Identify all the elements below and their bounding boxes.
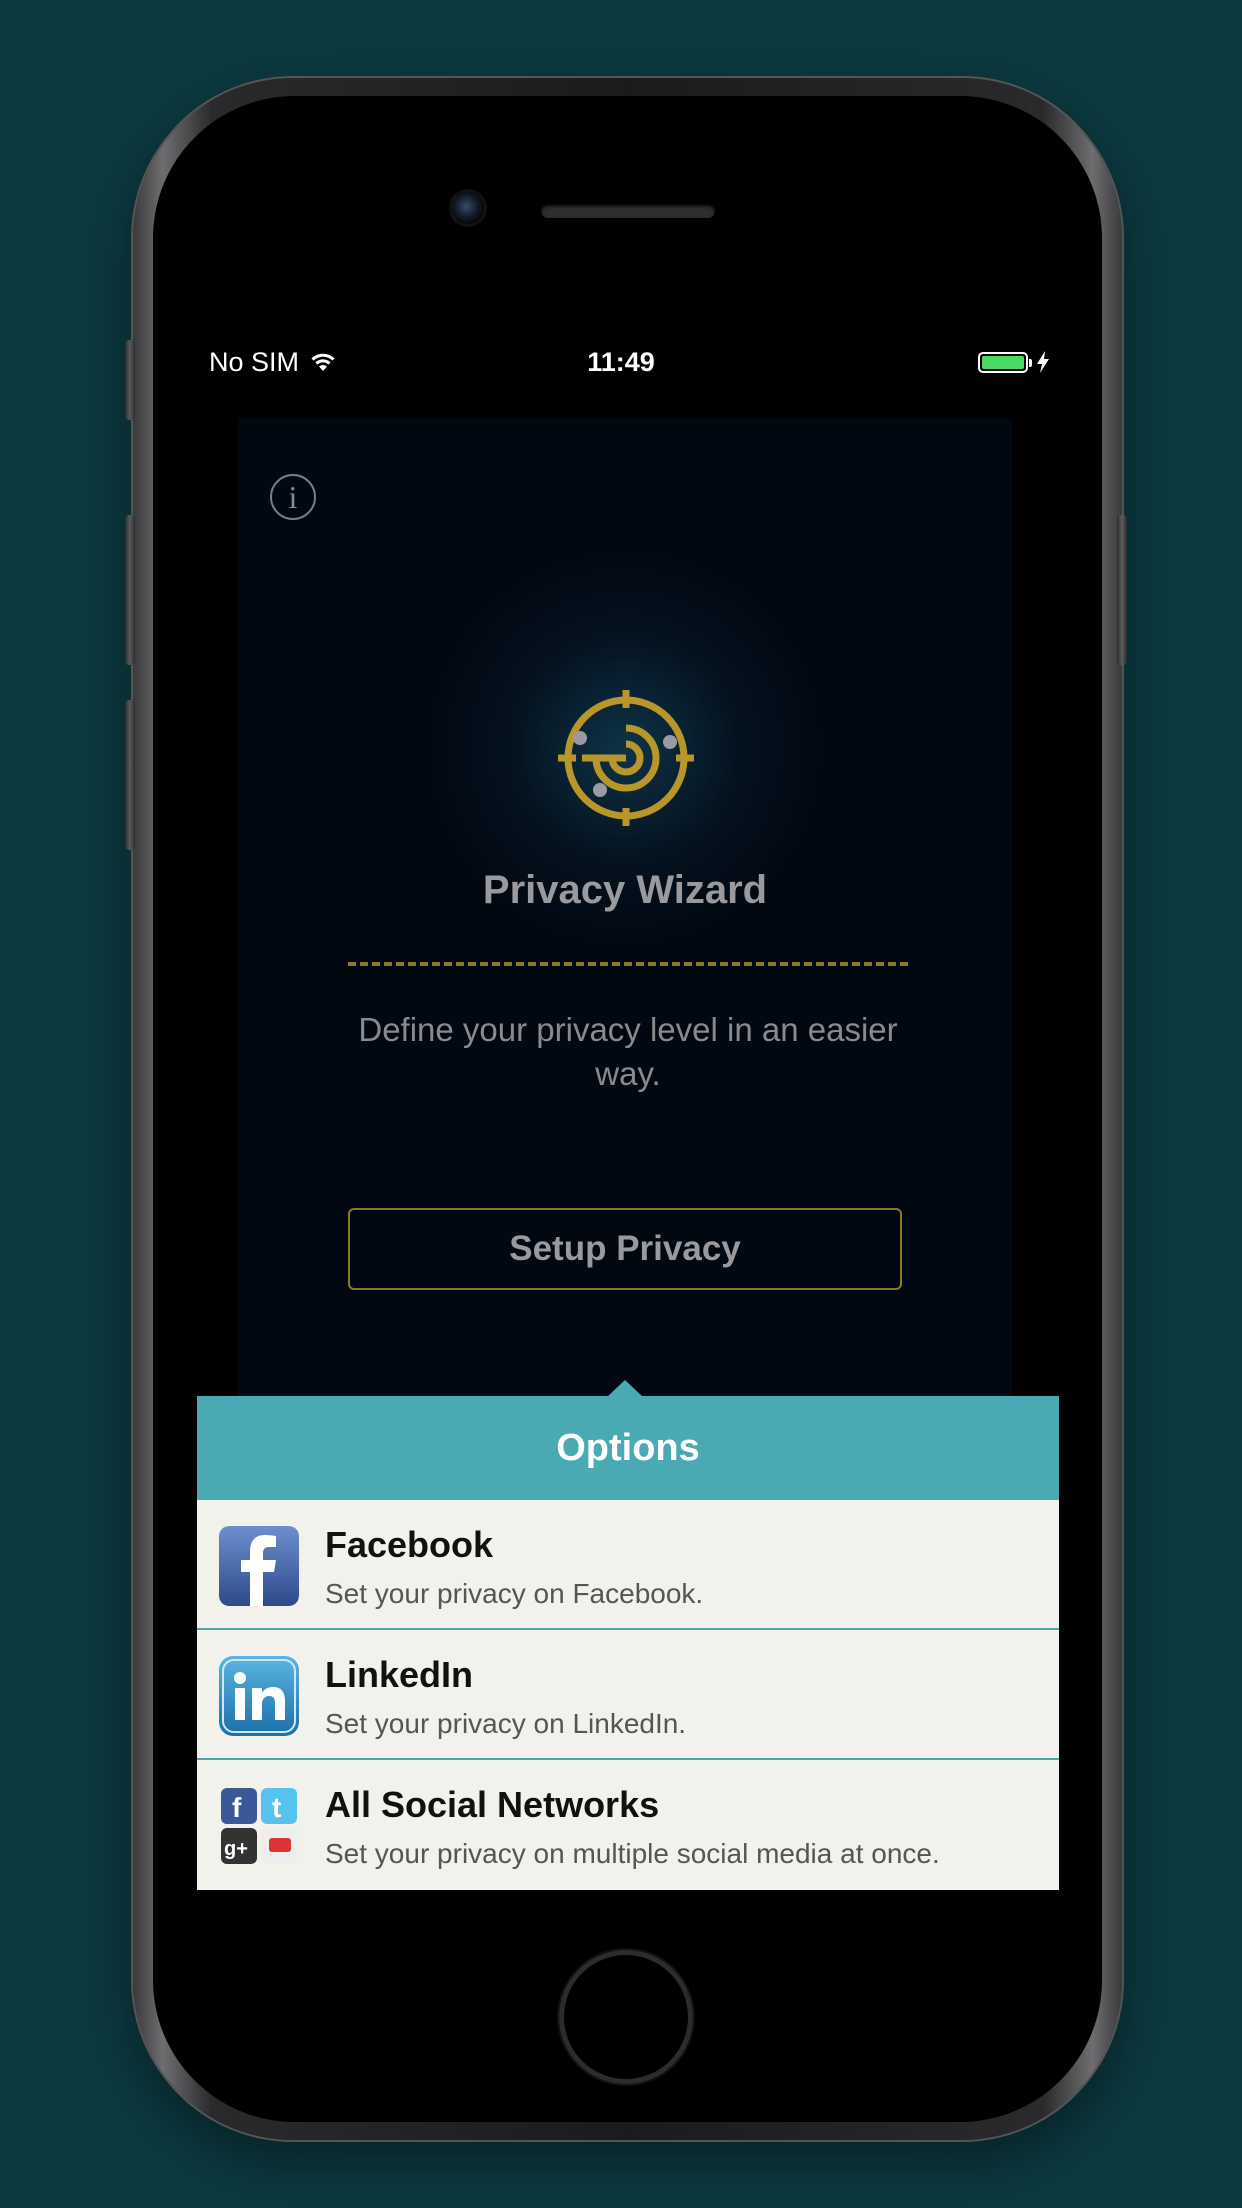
option-description: Set your privacy on Facebook. — [325, 1578, 704, 1609]
option-all-social-networks[interactable]: f t g+ All Social Networks Set your priv… — [197, 1760, 1059, 1890]
app-main-view: i Privacy Wizard Define your privacy lev… — [238, 418, 1012, 1428]
battery-level — [982, 355, 1024, 369]
volume-down-button — [125, 700, 135, 850]
battery-icon — [978, 351, 1032, 373]
title-divider — [348, 962, 908, 966]
options-popover: Options Facebook Set your privacy on Fac… — [197, 1380, 1059, 1890]
svg-text:t: t — [272, 1792, 281, 1823]
volume-up-button — [125, 515, 135, 665]
ringer-switch — [125, 340, 135, 420]
screen: No SIM 11:49 i Privacy Wizard Define you… — [182, 340, 1060, 1891]
setup-privacy-button[interactable]: Setup Privacy — [348, 1208, 902, 1290]
social-networks-icon: f t g+ — [221, 1788, 297, 1864]
app-subtitle: Define your privacy level in an easier w… — [358, 1011, 898, 1092]
svg-text:f: f — [232, 1792, 242, 1823]
target-logo-icon — [558, 690, 694, 826]
option-description: Set your privacy on multiple social medi… — [325, 1838, 940, 1869]
front-camera — [452, 192, 484, 224]
linkedin-icon — [219, 1656, 299, 1736]
option-title: All Social Networks — [325, 1784, 660, 1825]
popover-arrow — [607, 1380, 643, 1397]
popover-title: Options — [197, 1396, 1059, 1500]
status-right — [978, 340, 1050, 384]
charging-bolt-icon — [1037, 351, 1049, 373]
info-icon[interactable]: i — [270, 474, 316, 520]
power-button — [1117, 515, 1127, 665]
status-bar: No SIM 11:49 — [182, 340, 1060, 384]
app-title: Privacy Wizard — [482, 868, 768, 912]
option-title: Facebook — [325, 1524, 494, 1565]
option-description: Set your privacy on LinkedIn. — [325, 1708, 687, 1739]
option-title: LinkedIn — [325, 1654, 474, 1695]
option-linkedin[interactable]: LinkedIn Set your privacy on LinkedIn. — [197, 1630, 1059, 1760]
facebook-icon — [219, 1526, 299, 1606]
option-facebook[interactable]: Facebook Set your privacy on Facebook. — [197, 1500, 1059, 1630]
home-button[interactable] — [559, 1950, 693, 2084]
earpiece-speaker — [541, 204, 715, 218]
clock: 11:49 — [587, 347, 655, 377]
svg-text:g+: g+ — [224, 1838, 248, 1860]
